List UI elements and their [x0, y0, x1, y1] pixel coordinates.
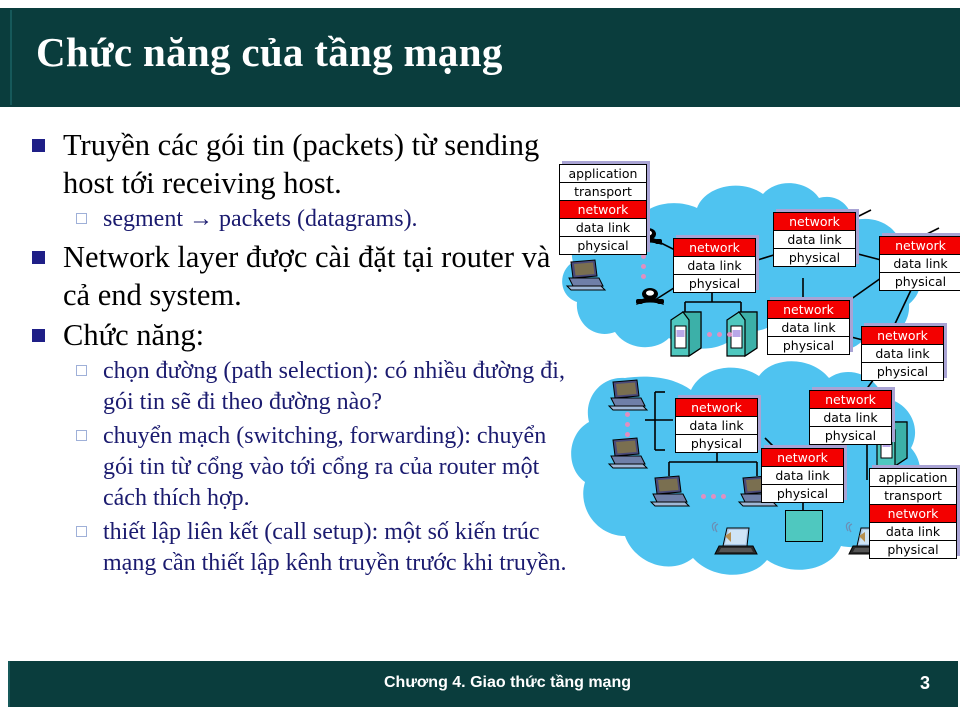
sub-bullet-item: thiết lập liên kết (call setup): một số …	[18, 517, 578, 579]
telephone-icon	[636, 288, 664, 305]
layer-data-link: data link	[676, 417, 757, 435]
page-title: Chức năng của tầng mạng	[36, 29, 503, 75]
server-icon	[670, 311, 702, 358]
layer-network: network	[810, 391, 891, 409]
protocol-stack-host-top-left: application transport network data link …	[559, 164, 647, 255]
bullet-item: Truyền các gói tin (packets) từ sending …	[18, 126, 578, 202]
sub-bullet-text: chuyển mạch (switching, forwarding): chu…	[103, 423, 547, 511]
bullet-square-icon	[32, 329, 45, 342]
layer-network: network	[768, 301, 849, 319]
ellipsis-dots	[707, 332, 737, 337]
bullet-item: Chức năng:	[18, 316, 578, 354]
sub-bullet-square-icon	[76, 213, 87, 224]
sub-bullet-text-after: packets (datagrams).	[218, 206, 418, 232]
workstation-icon	[649, 475, 691, 507]
protocol-stack-router-6: network data link physical	[809, 390, 892, 445]
layer-physical: physical	[560, 237, 646, 254]
workstation-icon	[565, 259, 607, 291]
sub-bullet-item: segment → packets (datagrams).	[18, 204, 578, 235]
layer-network: network	[862, 327, 943, 345]
footer-page-number: 3	[919, 673, 930, 693]
bullet-text: Network layer được cài đặt tại router và…	[63, 240, 551, 312]
layer-network: network	[870, 505, 956, 523]
slide-footer-bar: Chương 4. Giao thức tầng mạng 3	[8, 661, 958, 707]
layer-physical: physical	[774, 249, 855, 266]
layer-physical: physical	[870, 541, 956, 558]
layer-physical: physical	[674, 275, 755, 292]
slide-canvas: Chức năng của tầng mạng Truyền các gói t…	[0, 0, 960, 720]
bullet-square-icon	[32, 251, 45, 264]
protocol-stack-host-bottom-right: application transport network data link …	[869, 468, 957, 559]
sub-bullet-square-icon	[76, 526, 87, 537]
layer-physical: physical	[880, 273, 960, 290]
layer-data-link: data link	[870, 523, 956, 541]
bullet-square-icon	[32, 139, 45, 152]
slide-header-bar: Chức năng của tầng mạng	[0, 8, 960, 107]
layer-network: network	[560, 201, 646, 219]
sub-bullet-square-icon	[76, 430, 87, 441]
layer-physical: physical	[810, 427, 891, 444]
ellipsis-dots	[641, 254, 646, 284]
protocol-stack-router-4: network data link physical	[767, 300, 850, 355]
protocol-stack-router-1: network data link physical	[673, 238, 756, 293]
slide-header-inner: Chức năng của tầng mạng	[10, 10, 958, 105]
footer-chapter-label: Chương 4. Giao thức tầng mạng	[384, 674, 631, 691]
sub-bullet-item: chuyển mạch (switching, forwarding): chu…	[18, 421, 578, 514]
layer-physical: physical	[676, 435, 757, 452]
bullet-item: Network layer được cài đặt tại router và…	[18, 238, 578, 314]
protocol-stack-router-2: network data link physical	[773, 212, 856, 267]
sub-bullet-square-icon	[76, 365, 87, 376]
layer-data-link: data link	[862, 345, 943, 363]
layer-transport: transport	[870, 487, 956, 505]
protocol-stack-router-8: network data link physical	[761, 448, 844, 503]
workstation-icon	[607, 379, 649, 411]
protocol-stack-router-5: network data link physical	[861, 326, 944, 381]
layer-data-link: data link	[674, 257, 755, 275]
layer-network: network	[880, 237, 960, 255]
sub-bullet-text: chọn đường (path selection): có nhiều đư…	[103, 358, 565, 415]
layer-data-link: data link	[762, 467, 843, 485]
layer-data-link: data link	[768, 319, 849, 337]
protocol-stack-router-3: network data link physical	[879, 236, 960, 291]
right-arrow-icon: →	[188, 206, 213, 232]
bullet-text: Truyền các gói tin (packets) từ sending …	[63, 128, 540, 200]
layer-physical: physical	[762, 485, 843, 502]
access-point-icon	[785, 510, 823, 542]
laptop-icon	[711, 522, 758, 555]
layer-physical: physical	[862, 363, 943, 380]
layer-network: network	[774, 213, 855, 231]
sub-bullet-text: thiết lập liên kết (call setup): một số …	[103, 519, 567, 576]
layer-application: application	[870, 469, 956, 487]
layer-network: network	[676, 399, 757, 417]
layer-data-link: data link	[810, 409, 891, 427]
protocol-stack-router-7: network data link physical	[675, 398, 758, 453]
layer-network: network	[762, 449, 843, 467]
ellipsis-dots	[701, 494, 731, 499]
network-layer-topology-diagram: application transport network data link …	[545, 150, 960, 600]
layer-network: network	[674, 239, 755, 257]
slide-body: Truyền các gói tin (packets) từ sending …	[18, 126, 578, 582]
layer-data-link: data link	[774, 231, 855, 249]
layer-physical: physical	[768, 337, 849, 354]
layer-application: application	[560, 165, 646, 183]
layer-data-link: data link	[560, 219, 646, 237]
sub-bullet-item: chọn đường (path selection): có nhiều đư…	[18, 356, 578, 418]
bullet-text: Chức năng:	[63, 318, 205, 352]
ellipsis-dots	[625, 412, 630, 442]
layer-transport: transport	[560, 183, 646, 201]
layer-data-link: data link	[880, 255, 960, 273]
sub-bullet-text-before: segment	[103, 206, 183, 232]
